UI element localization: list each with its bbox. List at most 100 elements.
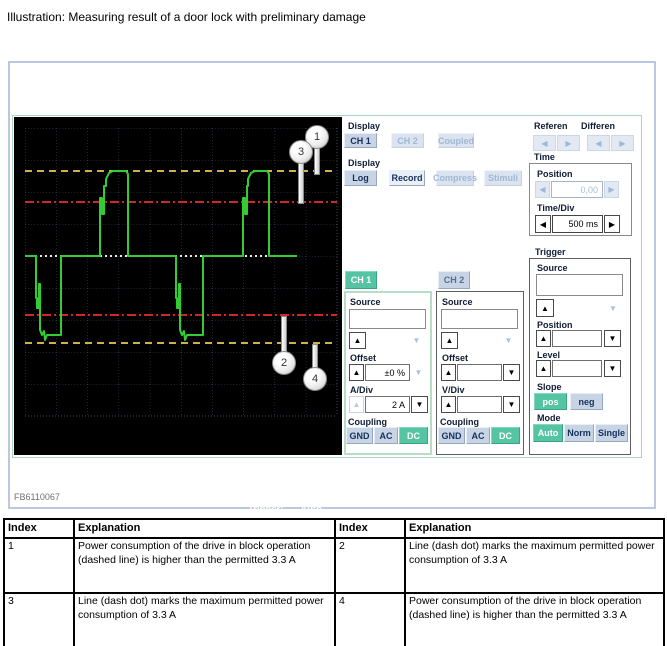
down-arrow-icon: ▼ bbox=[508, 368, 516, 377]
mode-norm-button[interactable]: Norm bbox=[564, 424, 594, 442]
callout-2: 2 bbox=[272, 351, 296, 375]
down-arrow-icon: ▼ bbox=[609, 364, 617, 373]
down-arrow-icon: ▼ bbox=[609, 304, 617, 313]
down-arrow-icon: ▼ bbox=[505, 336, 513, 345]
callout-3-number: 3 bbox=[298, 146, 304, 158]
right-arrow-icon: ▶ bbox=[619, 139, 625, 148]
ch1-offset-field[interactable]: ±0 % bbox=[365, 364, 410, 381]
ch2-tab-button[interactable]: CH 2 bbox=[438, 271, 470, 289]
trigger-position-up-button[interactable]: ▲ bbox=[536, 330, 551, 347]
ch2-coupling-ac-button[interactable]: AC bbox=[466, 427, 490, 444]
legend-row-3-4: 3 Line (dash dot) marks the maximum perm… bbox=[4, 593, 664, 646]
trigger-level-field[interactable] bbox=[552, 360, 602, 377]
ch2-source-field[interactable] bbox=[441, 309, 518, 329]
ch1-coupling-dc-button[interactable]: DC bbox=[399, 427, 428, 444]
difference-prev-button[interactable]: ◀ bbox=[587, 135, 610, 151]
timediv-increment-button[interactable]: ▶ bbox=[604, 215, 620, 233]
scope-plot bbox=[14, 117, 342, 455]
trigger-source-up-button[interactable]: ▲ bbox=[536, 299, 554, 317]
log-button[interactable]: Log bbox=[344, 170, 377, 186]
ch2-vdiv-field[interactable] bbox=[457, 396, 502, 413]
ch2-source-label: Source bbox=[442, 297, 473, 307]
trigger-level-label: Level bbox=[537, 350, 560, 360]
ch1-coupling-ac-button[interactable]: AC bbox=[374, 427, 398, 444]
slope-pos-button[interactable]: pos bbox=[534, 393, 567, 410]
reference-prev-button[interactable]: ◀ bbox=[533, 135, 556, 151]
stimuli-button[interactable]: Stimuli bbox=[484, 170, 522, 186]
ch1-adiv-up-button[interactable]: ▲ bbox=[349, 396, 364, 413]
up-arrow-icon: ▲ bbox=[445, 368, 453, 377]
index-header: Index bbox=[335, 519, 405, 538]
ch1-offset-down-button[interactable]: ▼ bbox=[411, 364, 426, 381]
timediv-field[interactable]: 500 ms bbox=[552, 215, 603, 233]
ch1-source-up-button[interactable]: ▲ bbox=[349, 332, 366, 349]
slope-neg-button[interactable]: neg bbox=[570, 393, 603, 410]
ch1-source-field[interactable] bbox=[349, 309, 426, 329]
explanation-header: Explanation bbox=[74, 519, 335, 538]
trigger-source-field[interactable] bbox=[536, 274, 623, 296]
measurement-app: Illustration: Measuring result of a door… bbox=[0, 0, 667, 646]
trigger-position-label: Position bbox=[537, 320, 573, 330]
ch2-vdiv-down-button[interactable]: ▼ bbox=[503, 396, 520, 413]
reference-next-button[interactable]: ▶ bbox=[557, 135, 580, 151]
display-ch1-button[interactable]: CH 1 bbox=[344, 133, 377, 148]
trigger-source-down-button[interactable]: ▼ bbox=[604, 299, 622, 317]
ch2-offset-field[interactable] bbox=[457, 364, 502, 381]
trigger-status-label: Trigger: bbox=[248, 504, 283, 515]
time-group-label: Time bbox=[534, 152, 555, 162]
ch1-source-label: Source bbox=[350, 297, 381, 307]
up-arrow-icon: ▲ bbox=[445, 400, 453, 409]
index-cell: 3 bbox=[4, 593, 74, 646]
ch2-source-down-button[interactable]: ▼ bbox=[500, 332, 517, 349]
time-position-field[interactable]: 0,00 bbox=[551, 181, 603, 198]
timediv-decrement-button[interactable]: ◀ bbox=[535, 215, 551, 233]
ch1-adiv-down-button[interactable]: ▼ bbox=[411, 396, 428, 413]
record-button[interactable]: Record bbox=[389, 170, 425, 186]
ch2-offset-label: Offset bbox=[442, 353, 468, 363]
trigger-level-down-button[interactable]: ▼ bbox=[604, 360, 621, 377]
ch2-offset-down-button[interactable]: ▼ bbox=[503, 364, 520, 381]
difference-label: Differen bbox=[581, 121, 615, 131]
callout-3-stem bbox=[298, 162, 304, 204]
right-arrow-icon: ▶ bbox=[608, 185, 614, 194]
ch1-source-down-button[interactable]: ▼ bbox=[408, 332, 425, 349]
page-title: Illustration: Measuring result of a door… bbox=[7, 10, 366, 24]
display-coupled-button[interactable]: Coupled bbox=[438, 133, 474, 148]
trigger-position-down-button[interactable]: ▼ bbox=[604, 330, 621, 347]
ch2-coupling-dc-button[interactable]: DC bbox=[491, 427, 520, 444]
ch2-source-up-button[interactable]: ▲ bbox=[441, 332, 458, 349]
up-arrow-icon: ▲ bbox=[353, 368, 361, 377]
ch1-offset-up-button[interactable]: ▲ bbox=[349, 364, 364, 381]
time-position-label: Position bbox=[537, 169, 573, 179]
ch2-offset-up-button[interactable]: ▲ bbox=[441, 364, 456, 381]
ch1-tab-button[interactable]: CH 1 bbox=[345, 271, 377, 289]
trigger-position-field[interactable] bbox=[552, 330, 602, 347]
time-position-increment-button[interactable]: ▶ bbox=[604, 181, 619, 198]
ch1-adiv-field[interactable]: 2 A bbox=[365, 396, 410, 413]
legend-header-row: Index Explanation Index Explanation bbox=[4, 519, 664, 538]
trigger-level-up-button[interactable]: ▲ bbox=[536, 360, 551, 377]
up-arrow-icon: ▲ bbox=[354, 336, 362, 345]
down-arrow-icon: ▼ bbox=[416, 400, 424, 409]
ch2-vdiv-up-button[interactable]: ▲ bbox=[441, 396, 456, 413]
mode-single-button[interactable]: Single bbox=[595, 424, 628, 442]
ch2-coupling-label: Coupling bbox=[440, 417, 479, 427]
index-cell: 1 bbox=[4, 538, 74, 593]
reference-label: Referen bbox=[534, 121, 568, 131]
up-arrow-icon: ▲ bbox=[540, 364, 548, 373]
difference-next-button[interactable]: ▶ bbox=[611, 135, 634, 151]
left-arrow-icon: ◀ bbox=[539, 185, 545, 194]
explanation-header: Explanation bbox=[405, 519, 664, 538]
left-arrow-icon: ◀ bbox=[541, 139, 547, 148]
display-channels-label: Display bbox=[348, 121, 380, 131]
ch1-coupling-gnd-button[interactable]: GND bbox=[346, 427, 373, 444]
mode-auto-button[interactable]: Auto bbox=[533, 424, 563, 442]
time-position-decrement-button[interactable]: ◀ bbox=[535, 181, 550, 198]
display-modes-label: Display bbox=[348, 158, 380, 168]
compress-button[interactable]: Compress bbox=[436, 170, 474, 186]
ch2-coupling-gnd-button[interactable]: GND bbox=[438, 427, 465, 444]
oscilloscope-display: Trigger: Auto bbox=[14, 117, 342, 455]
figure-code: FB6110067 bbox=[14, 492, 60, 502]
display-ch2-button[interactable]: CH 2 bbox=[391, 133, 424, 148]
callout-1-stem bbox=[314, 147, 320, 175]
